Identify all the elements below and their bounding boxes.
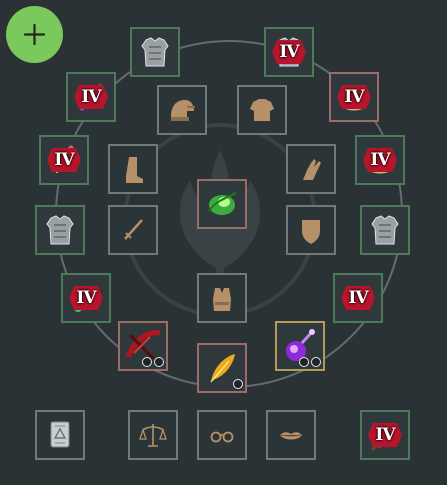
crossbow-slot[interactable] [118, 321, 168, 371]
socket-group [142, 357, 164, 367]
potion-slot[interactable] [275, 321, 325, 371]
chest-armor-icon [141, 37, 169, 67]
empty-socket-icon [299, 357, 309, 367]
dagger-slot[interactable]: IV [360, 410, 410, 460]
ring-icon [339, 85, 369, 111]
add-button[interactable] [6, 6, 63, 63]
necklace-left[interactable]: IV [66, 72, 116, 122]
dagger-icon [370, 422, 398, 452]
chest-armor-icon [371, 215, 399, 245]
gloves-slot[interactable] [286, 144, 336, 194]
boots-slot[interactable] [108, 144, 158, 194]
ring-right-upper[interactable]: IV [329, 72, 379, 122]
earring-left[interactable]: IV [39, 135, 89, 185]
glasses-slot[interactable] [197, 410, 247, 460]
boots-icon [126, 157, 143, 183]
necklace-icon [79, 84, 102, 111]
plus-icon [23, 23, 46, 46]
bracer-icon [74, 285, 98, 312]
shirt-slot[interactable] [237, 85, 287, 135]
lips-slot[interactable] [266, 410, 316, 460]
sword-icon [124, 219, 143, 240]
helmet-icon [171, 100, 195, 121]
soul-crystal-icon [208, 192, 237, 215]
empty-socket-icon [154, 357, 164, 367]
ring-right-lower[interactable]: IV [355, 135, 405, 185]
earring-icon [55, 145, 74, 174]
chest-armor-top-right[interactable]: IV [264, 27, 314, 77]
armor-right[interactable] [360, 205, 410, 255]
book-icon [50, 421, 70, 448]
shield-icon [302, 220, 320, 244]
soul-crystal-slot[interactable] [197, 179, 247, 229]
shirt-icon [250, 99, 274, 121]
glasses-icon [210, 431, 234, 443]
scale-slot[interactable] [128, 410, 178, 460]
feather-slot[interactable] [197, 343, 247, 393]
empty-socket-icon [233, 379, 243, 389]
shield-slot[interactable] [286, 205, 336, 255]
scale-icon [139, 424, 167, 447]
empty-socket-icon [311, 357, 321, 367]
helmet-slot[interactable] [157, 85, 207, 135]
chest-armor-icon [275, 37, 303, 67]
book-slot[interactable] [35, 410, 85, 460]
equipment-panel: IV IV IV IV IV IV IV IV [0, 0, 447, 485]
gloves-icon [303, 159, 321, 180]
lips-icon [280, 432, 302, 440]
socket-group [299, 357, 321, 367]
belt-right[interactable]: IV [333, 273, 383, 323]
chest-armor-top-left[interactable] [130, 27, 180, 77]
belt-icon [343, 288, 374, 305]
empty-socket-icon [142, 357, 152, 367]
bracer-left[interactable]: IV [61, 273, 111, 323]
vest-slot[interactable] [197, 273, 247, 323]
chest-armor-icon [46, 215, 74, 245]
socket-group [233, 379, 243, 389]
sword-slot[interactable] [108, 205, 158, 255]
vest-icon [213, 288, 231, 311]
armor-left[interactable] [35, 205, 85, 255]
ring-icon [365, 148, 395, 174]
